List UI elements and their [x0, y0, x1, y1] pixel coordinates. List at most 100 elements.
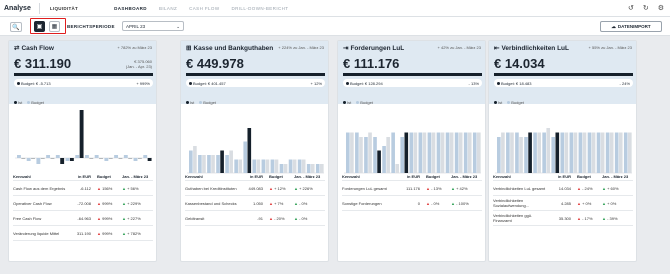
kpi-card: ⇤ Verbindlichkeiten LuL + 55% zu Jan. - M…	[488, 40, 637, 262]
app-title: Analyse	[4, 4, 31, 12]
period-select[interactable]: APRIL 23 ⌄	[122, 21, 184, 31]
ist-bar	[467, 132, 472, 173]
kpi-table: Kennzahl in EUR Budget Jan. - März 23 Forder…	[342, 173, 482, 211]
budget-bar	[297, 159, 302, 173]
tab-dashboard[interactable]: DASHBOARD	[114, 6, 147, 11]
table-row[interactable]: Forderungen LuL gesamt 111.176 ▲ - 13% ▲ + …	[342, 181, 482, 196]
card-value: € 449.978	[186, 56, 244, 71]
table-header: Kennzahl in EUR Budget Jan. - März 23	[13, 173, 153, 181]
budget-pill: Budget: € 401.457 + 12%	[186, 79, 325, 87]
search-button[interactable]: 🔍	[10, 22, 22, 32]
ist-bar	[546, 128, 551, 173]
app-section: LIQUIDITÄT	[49, 5, 79, 11]
ist-bar	[422, 132, 427, 173]
budget-bar	[143, 155, 148, 158]
import-button[interactable]: ☁ DATENIMPORT	[600, 21, 662, 32]
dashboard-view-button[interactable]: ▣	[34, 21, 45, 32]
table-row[interactable]: Verbindlichkeiten LuL gesamt 14.034 ▲ - 24…	[493, 181, 633, 196]
table-row[interactable]: Sonstige Forderungen 0 ▲ - 0% ▲ - 100%	[342, 196, 482, 211]
budget-bar	[123, 155, 128, 158]
ist-bar	[537, 132, 541, 173]
budget-pill: Budget: € 18.483- 24%	[494, 79, 633, 87]
budget-bar	[463, 132, 468, 173]
budget-bar	[104, 158, 109, 161]
ist-bar	[69, 158, 74, 161]
main-nav: DASHBOARD BILANZ CASH FLOW DRILL-DOWN-BE…	[114, 6, 288, 11]
ist-bar	[440, 132, 445, 173]
ist-bar	[458, 132, 463, 173]
ist-bar	[600, 132, 605, 173]
budget-bar	[261, 159, 266, 173]
kpi-table: Kennzahl in EUR Budget Jan. - März 23 Verbin…	[493, 173, 633, 226]
dashboard-icon: ▣	[36, 24, 43, 30]
budget-bar	[418, 132, 423, 173]
ist-bar	[431, 132, 436, 173]
budget-bar	[243, 141, 248, 173]
table-row[interactable]: Geldtransit -91 ▲ - 20% ▲ - 0%	[185, 211, 325, 226]
ist-bar	[283, 164, 288, 173]
budget-bar	[605, 132, 610, 173]
kpi-card: ⊞ Kasse und Bankguthaben + 224% zu Jan. -…	[180, 40, 329, 262]
budget-bar	[279, 164, 284, 173]
table-row[interactable]: Free Cash Flow -64.963 ▲ 999% ▲ + 227%	[13, 211, 153, 226]
budget-bar	[216, 155, 220, 173]
card-icon: ⇥	[343, 45, 349, 52]
refresh-icon[interactable]: ↻	[643, 4, 649, 12]
budget-bar	[26, 158, 31, 161]
table-row[interactable]: Verbindlichkeiten Sozialaufwendung... 4.2…	[493, 196, 633, 211]
search-icon: 🔍	[12, 24, 20, 31]
ist-bar	[477, 132, 481, 173]
card-icon: ⇄	[14, 45, 20, 52]
budget-bar	[55, 155, 60, 158]
budget-bar	[133, 158, 138, 161]
table-row[interactable]: Kassenbestand und Schecks 1.050 ▲ + 7% ▲ - …	[185, 196, 325, 211]
budget-bar	[355, 132, 359, 173]
budget-bar	[623, 132, 628, 173]
card-compare: + 224% zu Jan. - März 23	[278, 45, 324, 50]
calendar-view-button[interactable]: ▦	[49, 21, 60, 32]
progress-bar	[343, 73, 482, 76]
ist-bar	[79, 110, 84, 158]
tab-drill-down[interactable]: DRILL-DOWN-BERICHT	[231, 6, 288, 11]
period-label: BERICHTSPERIODE	[67, 24, 115, 29]
budget-bar	[515, 132, 519, 173]
budget-bar	[270, 159, 275, 173]
budget-bar	[189, 150, 193, 173]
budget-bar	[542, 132, 546, 173]
budget-bar	[436, 132, 441, 173]
history-icon[interactable]: ↺	[628, 4, 634, 12]
table-row[interactable]: Guthaben bei Kreditinstituten 449.083 ▲ + …	[185, 181, 325, 196]
budget-bar	[288, 159, 293, 173]
settings-icon[interactable]: ⚙	[658, 4, 664, 12]
budget-bar	[94, 155, 99, 158]
ist-bar	[60, 158, 65, 164]
table-row[interactable]: Cash Flow aus dem Ergebnis -6.112 ▲ 156% ▲ …	[13, 181, 153, 196]
card-header: ⇥ Forderungen LuL + 42% zu Jan. - März 23…	[338, 41, 485, 104]
ist-bar	[202, 155, 206, 173]
budget-bar	[497, 137, 501, 173]
table-row[interactable]: Verbindlichkeiten ggü. Finanzamt 35.300 ▲ …	[493, 211, 633, 226]
budget-bar	[234, 159, 238, 173]
budget-bar	[225, 155, 229, 173]
budget-bar	[614, 132, 619, 173]
budget-bar	[560, 132, 565, 173]
ist-bar	[528, 132, 532, 173]
table-header: Kennzahl in EUR Budget Jan. - März 23	[342, 173, 482, 181]
table-row[interactable]: Operativer Cash Flow -72.008 ▲ 999% ▲ + 229…	[13, 196, 153, 211]
ist-bar	[609, 132, 614, 173]
table-header: Kennzahl in EUR Budget Jan. - März 23	[185, 173, 325, 181]
budget-bar	[596, 132, 601, 173]
budget-bar	[506, 132, 510, 173]
ist-bar	[618, 132, 623, 173]
budget-bar	[391, 132, 395, 173]
ist-bar	[582, 132, 587, 173]
budget-pill: Budget: € 128.294- 13%	[343, 79, 482, 87]
ist-bar	[320, 164, 324, 173]
table-row[interactable]: Veränderung liquide Mittel 311.190 ▲ 999% ▲…	[13, 226, 153, 241]
ist-bar	[147, 158, 152, 161]
tab-bilanz[interactable]: BILANZ	[159, 6, 177, 11]
budget-bar	[569, 132, 574, 173]
tab-cash-flow[interactable]: CASH FLOW	[189, 6, 219, 11]
budget-bar	[306, 164, 311, 173]
budget-bar	[409, 132, 414, 173]
